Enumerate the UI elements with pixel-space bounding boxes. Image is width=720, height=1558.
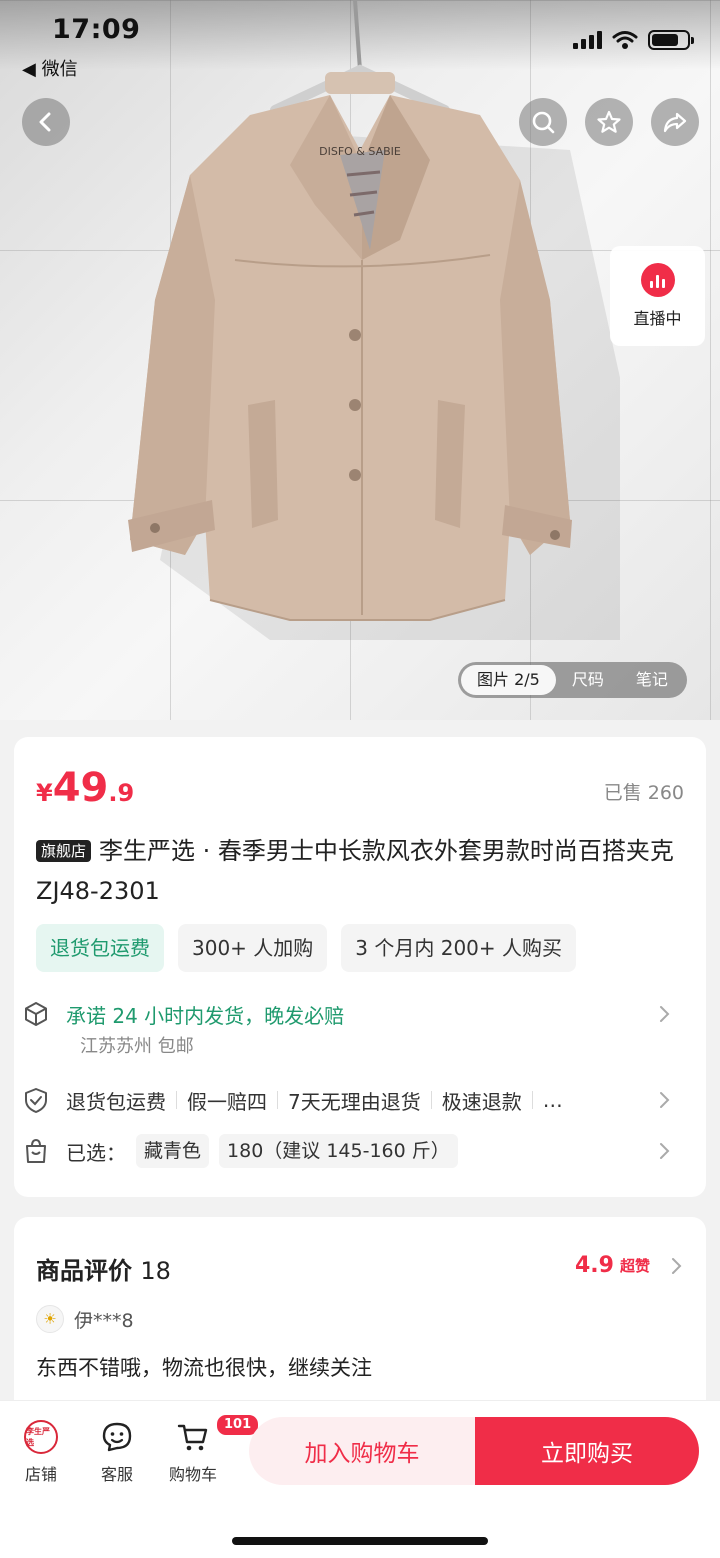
star-icon <box>597 110 621 133</box>
favorite-button[interactable] <box>585 98 633 146</box>
product-info-card: ¥ 49 .9 已售 260 旗舰店 李生严选 · 春季男士中长款风衣外套男款时尚… <box>14 737 706 1197</box>
review-text: 东西不错哦，物流也很快，继续关注 <box>36 1356 372 1380</box>
nav-cart[interactable]: 101 购物车 <box>158 1413 261 1485</box>
tab-image-index[interactable]: 图片 2/5 <box>461 665 556 695</box>
selected-color: 藏青色 <box>136 1134 210 1168</box>
selected-size: 180（建议 145-160 斤） <box>219 1134 458 1168</box>
price-decimal: .9 <box>108 779 135 807</box>
reviews-count: 18 <box>140 1257 171 1285</box>
shopping-bag-icon <box>26 1138 46 1163</box>
reviews-title-text: 商品评价 <box>36 1257 132 1285</box>
price-symbol: ¥ <box>36 779 53 807</box>
cart-icon <box>177 1424 208 1451</box>
reviews-card[interactable]: 商品评价 18 4.9 超赞 ☀ 伊***8 东西不错哦，物流也很快，继续关注 <box>14 1217 706 1417</box>
hanger-brand-text: DISFO & SABIE <box>319 145 401 158</box>
nav-store-label: 店铺 <box>24 1465 57 1484</box>
status-time: 17:09 <box>52 14 141 45</box>
reviews-title: 商品评价 18 <box>36 1251 171 1286</box>
battery-icon <box>648 30 694 50</box>
home-indicator <box>232 1537 488 1545</box>
nav-customer-service-label: 客服 <box>100 1465 133 1484</box>
back-to-app-link[interactable]: ◀ 微信 <box>22 55 78 81</box>
selected-options: 已选： 藏青色 180（建议 145-160 斤） <box>66 1134 458 1168</box>
cellular-signal-icon <box>573 31 602 49</box>
avatar: ☀ <box>36 1305 64 1333</box>
live-icon <box>640 263 675 297</box>
service-item: 退货包运费 <box>66 1089 166 1114</box>
product-title: 旗舰店 李生严选 · 春季男士中长款风衣外套男款时尚百搭夹克 ZJ48-2301 <box>36 831 696 911</box>
back-button[interactable] <box>22 98 70 146</box>
nav-customer-service[interactable]: 客服 <box>82 1419 152 1485</box>
tag-free-return-shipping: 退货包运费 <box>36 924 164 972</box>
live-stream-entry[interactable]: 直播中 <box>610 246 705 346</box>
store-logo: 李生严选 <box>24 1420 58 1454</box>
chevron-right-icon <box>672 1257 682 1274</box>
share-arrow-icon <box>663 112 687 133</box>
chevron-left-icon <box>39 112 51 132</box>
chevron-right-icon <box>660 1143 670 1159</box>
shipping-promise: 承诺 24 小时内发货，晚发必赔 <box>66 1003 345 1028</box>
tab-size[interactable]: 尺码 <box>556 665 620 695</box>
tab-notes[interactable]: 笔记 <box>620 665 684 695</box>
search-icon <box>532 111 555 134</box>
bottom-action-bar: 李生严选 店铺 客服 101 购物车 加入购物车 立即购买 <box>0 1400 720 1558</box>
reviews-score[interactable]: 4.9 超赞 <box>575 1253 684 1278</box>
service-item: 极速退款 <box>441 1089 522 1114</box>
product-title-text: 李生严选 · 春季男士中长款风衣外套男款时尚百搭夹克 ZJ48-2301 <box>36 837 674 905</box>
reviewer: ☀ 伊***8 <box>36 1305 134 1333</box>
chevron-right-icon <box>660 1092 670 1108</box>
package-icon <box>25 1002 47 1026</box>
service-item: 7天无理由退货 <box>288 1089 421 1114</box>
service-more: … <box>542 1088 563 1112</box>
live-label: 直播中 <box>633 309 682 328</box>
tag-purchase-count: 3 个月内 200+ 人购买 <box>341 924 577 972</box>
chat-smile-icon <box>102 1422 132 1452</box>
wifi-icon <box>612 31 638 49</box>
service-item: 假一赔四 <box>187 1089 267 1114</box>
price-integer: 49 <box>52 765 109 811</box>
search-button[interactable] <box>519 98 567 146</box>
selected-label: 已选： <box>66 1140 126 1165</box>
services-row[interactable]: 退货包运费 假一赔四 7天无理由退货 极速退款 … <box>22 1084 672 1116</box>
chevron-right-icon <box>660 1006 670 1022</box>
shipping-row[interactable]: 承诺 24 小时内发货，晚发必赔 <box>22 998 672 1030</box>
rating-value: 4.9 <box>575 1253 614 1278</box>
selection-row[interactable]: 已选： 藏青色 180（建议 145-160 斤） <box>22 1133 672 1169</box>
product-tags: 退货包运费 300+ 人加购 3 个月内 200+ 人购买 <box>36 924 577 972</box>
product-image-carousel[interactable]: DISFO & SABIE 17:09 ◀ 微信 直播中 图片 2/5 尺码 笔… <box>0 0 720 720</box>
buy-now-button[interactable]: 立即购买 <box>475 1417 699 1485</box>
share-button[interactable] <box>651 98 699 146</box>
nav-store[interactable]: 李生严选 店铺 <box>6 1419 76 1485</box>
shipping-origin: 江苏苏州 包邮 <box>80 1036 194 1057</box>
price: ¥ 49 .9 <box>36 765 134 811</box>
nav-cart-label: 购物车 <box>168 1465 217 1484</box>
reviewer-name: 伊***8 <box>74 1309 134 1332</box>
system-icons <box>573 30 694 50</box>
sold-count: 已售 260 <box>603 782 684 804</box>
image-pager: 图片 2/5 尺码 笔记 <box>458 662 687 698</box>
shield-check-icon <box>25 1088 47 1113</box>
flagship-store-badge: 旗舰店 <box>36 840 92 862</box>
service-list: 退货包运费 假一赔四 7天无理由退货 极速退款 … <box>66 1086 563 1115</box>
tag-add-to-cart-count: 300+ 人加购 <box>178 924 328 972</box>
rating-label: 超赞 <box>619 1257 650 1275</box>
add-to-cart-button[interactable]: 加入购物车 <box>249 1417 475 1485</box>
status-bar: 17:09 ◀ 微信 <box>0 0 720 90</box>
